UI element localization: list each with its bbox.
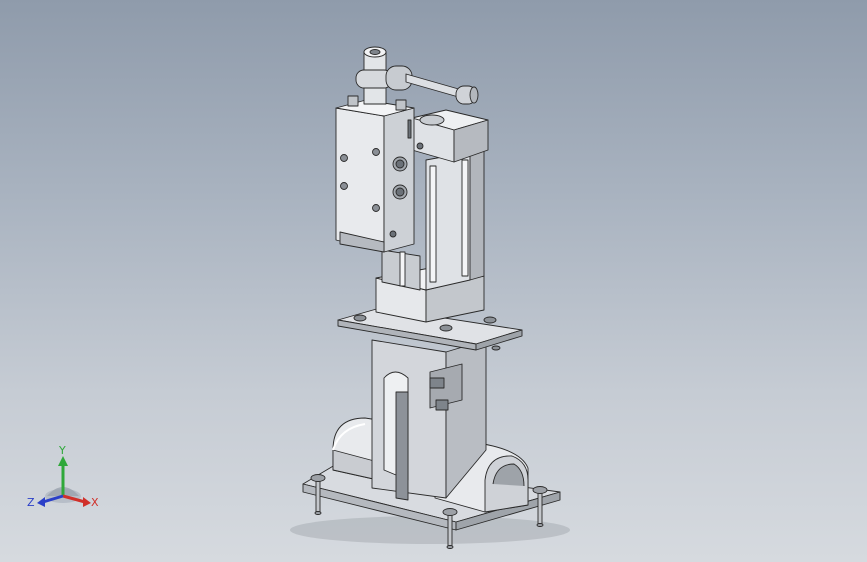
3d-model-view[interactable] xyxy=(0,0,867,562)
valve-block[interactable] xyxy=(335,95,415,253)
x-axis-arrowhead-icon xyxy=(83,497,91,507)
y-axis-arrowhead-icon xyxy=(58,456,68,466)
y-axis-label: Y xyxy=(58,444,66,457)
cylinder-top-cap[interactable] xyxy=(411,109,489,163)
z-axis-arrowhead-icon xyxy=(37,497,45,507)
graphics-viewport[interactable]: Y X Z xyxy=(0,0,867,562)
x-axis-label: X xyxy=(91,496,99,509)
left-saddle[interactable] xyxy=(332,417,379,481)
handle-lever[interactable] xyxy=(405,73,479,105)
coordinate-triad: Y X Z xyxy=(27,444,99,509)
z-axis-label: Z xyxy=(27,496,35,509)
swivel-fitting[interactable] xyxy=(355,46,413,105)
